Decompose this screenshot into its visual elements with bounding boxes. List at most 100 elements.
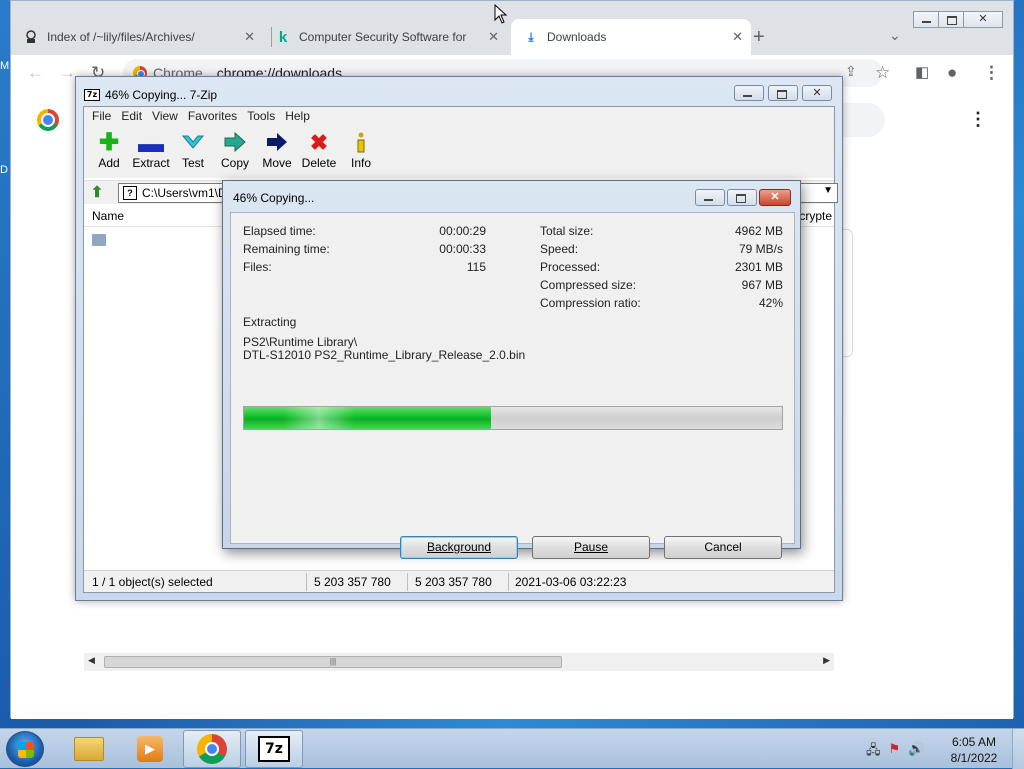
compression-ratio-value: 42% xyxy=(758,296,783,310)
info-button[interactable]: Info xyxy=(340,126,382,178)
desktop-icon-label-fragment[interactable]: D xyxy=(0,164,8,176)
maximize-button[interactable] xyxy=(938,11,964,28)
files-label: Files: xyxy=(243,260,272,274)
background-button[interactable]: Background xyxy=(400,536,518,559)
add-label: Add xyxy=(98,156,120,170)
show-desktop-button[interactable] xyxy=(1012,729,1024,769)
tab-search-chevron-icon[interactable]: ⌄ xyxy=(889,27,901,44)
window-titlebar: 7z 46% Copying... 7-Zip xyxy=(84,86,217,104)
tab-index-archives[interactable]: Index of /~lily/files/Archives/ ✕ xyxy=(23,19,263,55)
menu-tools[interactable]: Tools xyxy=(247,107,275,126)
menu-file[interactable]: File xyxy=(92,107,111,126)
taskbar: ▶ 7z 🖧 ⚑ 🔊 6:05 AM 8/1/2022 xyxy=(0,728,1024,769)
taskbar-7zip[interactable]: 7z xyxy=(245,730,303,768)
share-icon[interactable]: ⇪ xyxy=(845,63,857,80)
x-icon: ✖ xyxy=(309,130,329,155)
elapsed-time-value: 00:00:29 xyxy=(439,224,486,238)
window-controls xyxy=(730,85,832,101)
dropdown-arrow-icon[interactable]: ▼ xyxy=(823,185,833,196)
copy-progress-bar xyxy=(243,406,783,430)
menu-favorites[interactable]: Favorites xyxy=(188,107,237,126)
taskbar-chrome[interactable] xyxy=(183,730,241,768)
tab-strip: Index of /~lily/files/Archives/ ✕ k Comp… xyxy=(11,1,1013,55)
column-header-name[interactable]: Name xyxy=(92,209,124,223)
remaining-time-label: Remaining time: xyxy=(243,242,330,256)
remaining-time-value: 00:00:33 xyxy=(439,242,486,256)
tab-security-software[interactable]: k Computer Security Software for ✕ xyxy=(275,19,507,55)
taskbar-explorer[interactable] xyxy=(60,730,118,768)
delete-button[interactable]: ✖ Delete xyxy=(298,126,340,178)
download-icon: ⤓ xyxy=(528,29,534,44)
menu-view[interactable]: View xyxy=(152,107,178,126)
cancel-button-label: Cancel xyxy=(704,540,742,554)
new-tab-icon[interactable]: + xyxy=(753,26,765,49)
tab-title: Computer Security Software for xyxy=(299,30,467,44)
copy-button[interactable]: Copy xyxy=(214,126,256,178)
double-arrow-icon xyxy=(214,131,256,154)
close-button[interactable] xyxy=(802,85,832,101)
taskbar-media-player[interactable]: ▶ xyxy=(121,730,179,768)
system-tray: 🖧 ⚑ 🔊 xyxy=(866,741,924,763)
close-tab-icon[interactable]: ✕ xyxy=(732,29,743,45)
clock-date: 8/1/2022 xyxy=(950,751,998,765)
archive-path-icon: ? xyxy=(123,186,137,200)
tab-separator xyxy=(271,27,272,47)
minimize-button[interactable] xyxy=(734,85,764,101)
maximize-button[interactable] xyxy=(768,85,798,101)
forward-arrow-icon[interactable]: → xyxy=(59,63,76,83)
start-button[interactable] xyxy=(6,731,44,767)
info-icon xyxy=(340,132,382,154)
minimize-button[interactable] xyxy=(913,11,939,28)
system-clock[interactable]: 6:05 AM 8/1/2022 xyxy=(946,734,1002,766)
side-panel-icon[interactable]: ◧ xyxy=(915,63,929,81)
window-controls xyxy=(913,11,1003,28)
move-label: Move xyxy=(262,156,292,170)
menu-help[interactable]: Help xyxy=(285,107,310,126)
test-button[interactable]: Test xyxy=(172,126,214,178)
dialog-body: Elapsed time: 00:00:29 Remaining time: 0… xyxy=(230,212,795,559)
window-title: 46% Copying... 7-Zip xyxy=(105,88,218,102)
media-player-icon: ▶ xyxy=(137,736,163,762)
status-bar: 1 / 1 object(s) selected 5 203 357 780 5… xyxy=(84,570,834,592)
volume-icon[interactable]: 🔊 xyxy=(908,741,924,763)
action-center-flag-icon[interactable]: ⚑ xyxy=(889,741,901,763)
kaspersky-k-icon: k xyxy=(278,28,288,46)
scroll-left-icon[interactable]: ◀ xyxy=(88,655,95,666)
move-button[interactable]: Move xyxy=(256,126,298,178)
folder-icon[interactable] xyxy=(92,234,106,246)
bookmark-star-icon[interactable]: ☆ xyxy=(875,63,890,83)
processed-value: 2301 MB xyxy=(734,260,783,274)
tab-title: Index of /~lily/files/Archives/ xyxy=(47,30,195,44)
downloads-menu-kebab-icon[interactable]: ⋮ xyxy=(969,109,987,130)
menu-edit[interactable]: Edit xyxy=(121,107,142,126)
cancel-button[interactable]: Cancel xyxy=(664,536,782,559)
extract-button[interactable]: ▬ Extract xyxy=(130,126,172,178)
add-button[interactable]: ✚ Add xyxy=(88,126,130,178)
info-label: Info xyxy=(350,156,371,170)
plus-icon: ✚ xyxy=(98,129,120,156)
speed-label: Speed: xyxy=(540,242,579,256)
test-label: Test xyxy=(181,156,204,170)
scroll-right-icon[interactable]: ▶ xyxy=(823,655,830,666)
dialog-title: 46% Copying... xyxy=(233,191,315,205)
menu-kebab-icon[interactable]: ⋮ xyxy=(983,63,1000,83)
horizontal-scrollbar[interactable]: ◀ ||| ▶ xyxy=(84,653,834,671)
scrollbar-thumb[interactable]: ||| xyxy=(104,656,562,668)
close-tab-icon[interactable]: ✕ xyxy=(488,29,499,45)
dialog-window-controls xyxy=(693,189,791,206)
maximize-button[interactable] xyxy=(727,189,757,206)
pause-button[interactable]: Pause xyxy=(532,536,650,559)
folder-up-icon[interactable]: ⬆ xyxy=(88,184,106,202)
delete-label: Delete xyxy=(301,156,337,170)
close-button[interactable] xyxy=(759,189,791,206)
tab-downloads[interactable]: ⤓ Downloads ✕ xyxy=(511,19,751,55)
status-packed-size: 5 203 357 780 xyxy=(415,575,492,589)
minimize-button[interactable] xyxy=(695,189,725,206)
close-tab-icon[interactable]: ✕ xyxy=(244,29,255,45)
current-path-line1: PS2\Runtime Library\ xyxy=(243,335,358,349)
back-arrow-icon[interactable]: ← xyxy=(27,63,44,83)
desktop-icon-label-fragment[interactable]: M xyxy=(0,60,9,72)
close-button[interactable] xyxy=(963,11,1003,28)
network-icon[interactable]: 🖧 xyxy=(866,741,881,763)
profile-avatar-icon[interactable]: ● xyxy=(947,63,957,83)
